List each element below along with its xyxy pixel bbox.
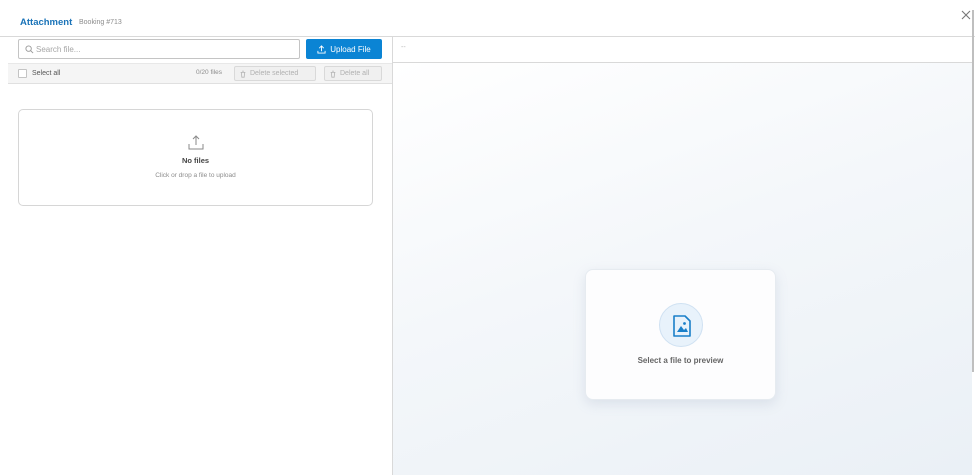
upload-icon xyxy=(317,44,326,54)
empty-state-title: No files xyxy=(181,156,210,165)
dialog-header: Attachment Booking #713 xyxy=(0,0,975,37)
search-icon xyxy=(25,45,34,54)
booking-reference: Booking #713 xyxy=(79,19,122,26)
preview-icon-badge xyxy=(659,303,703,347)
preview-header: -- xyxy=(393,37,972,63)
preview-placeholder-text: Select a file to preview xyxy=(637,356,724,365)
selected-file-name: -- xyxy=(401,44,406,51)
select-all-checkbox[interactable] xyxy=(18,69,27,78)
select-all-label[interactable]: Select all xyxy=(32,70,60,77)
dialog-title: Attachment xyxy=(20,17,73,28)
upload-icon xyxy=(188,135,204,150)
search-input[interactable] xyxy=(36,42,294,56)
trash-icon xyxy=(240,70,246,78)
search-box[interactable] xyxy=(18,39,300,59)
upload-dropzone[interactable]: No files Click or drop a file to upload xyxy=(18,109,373,206)
upload-file-button[interactable]: Upload File xyxy=(306,39,382,59)
trash-icon xyxy=(330,70,336,78)
close-icon xyxy=(961,10,971,20)
delete-selected-label: Delete selected xyxy=(250,70,299,77)
file-list-pane: Upload File Select all 0/20 files Delete… xyxy=(0,37,392,475)
delete-selected-button[interactable]: Delete selected xyxy=(234,66,316,81)
dialog-scrollbar[interactable] xyxy=(972,10,974,372)
preview-pane: Select a file to preview xyxy=(393,63,972,475)
delete-all-button[interactable]: Delete all xyxy=(324,66,382,81)
file-toolbar: Select all 0/20 files Delete selected De… xyxy=(8,63,392,84)
close-button[interactable] xyxy=(959,8,973,22)
upload-file-label: Upload File xyxy=(330,44,371,54)
empty-state-hint: Click or drop a file to upload xyxy=(155,172,236,179)
delete-all-label: Delete all xyxy=(340,70,370,77)
image-file-icon xyxy=(673,315,691,337)
preview-placeholder-card: Select a file to preview xyxy=(585,269,776,400)
file-count: 0/20 files xyxy=(196,69,223,76)
